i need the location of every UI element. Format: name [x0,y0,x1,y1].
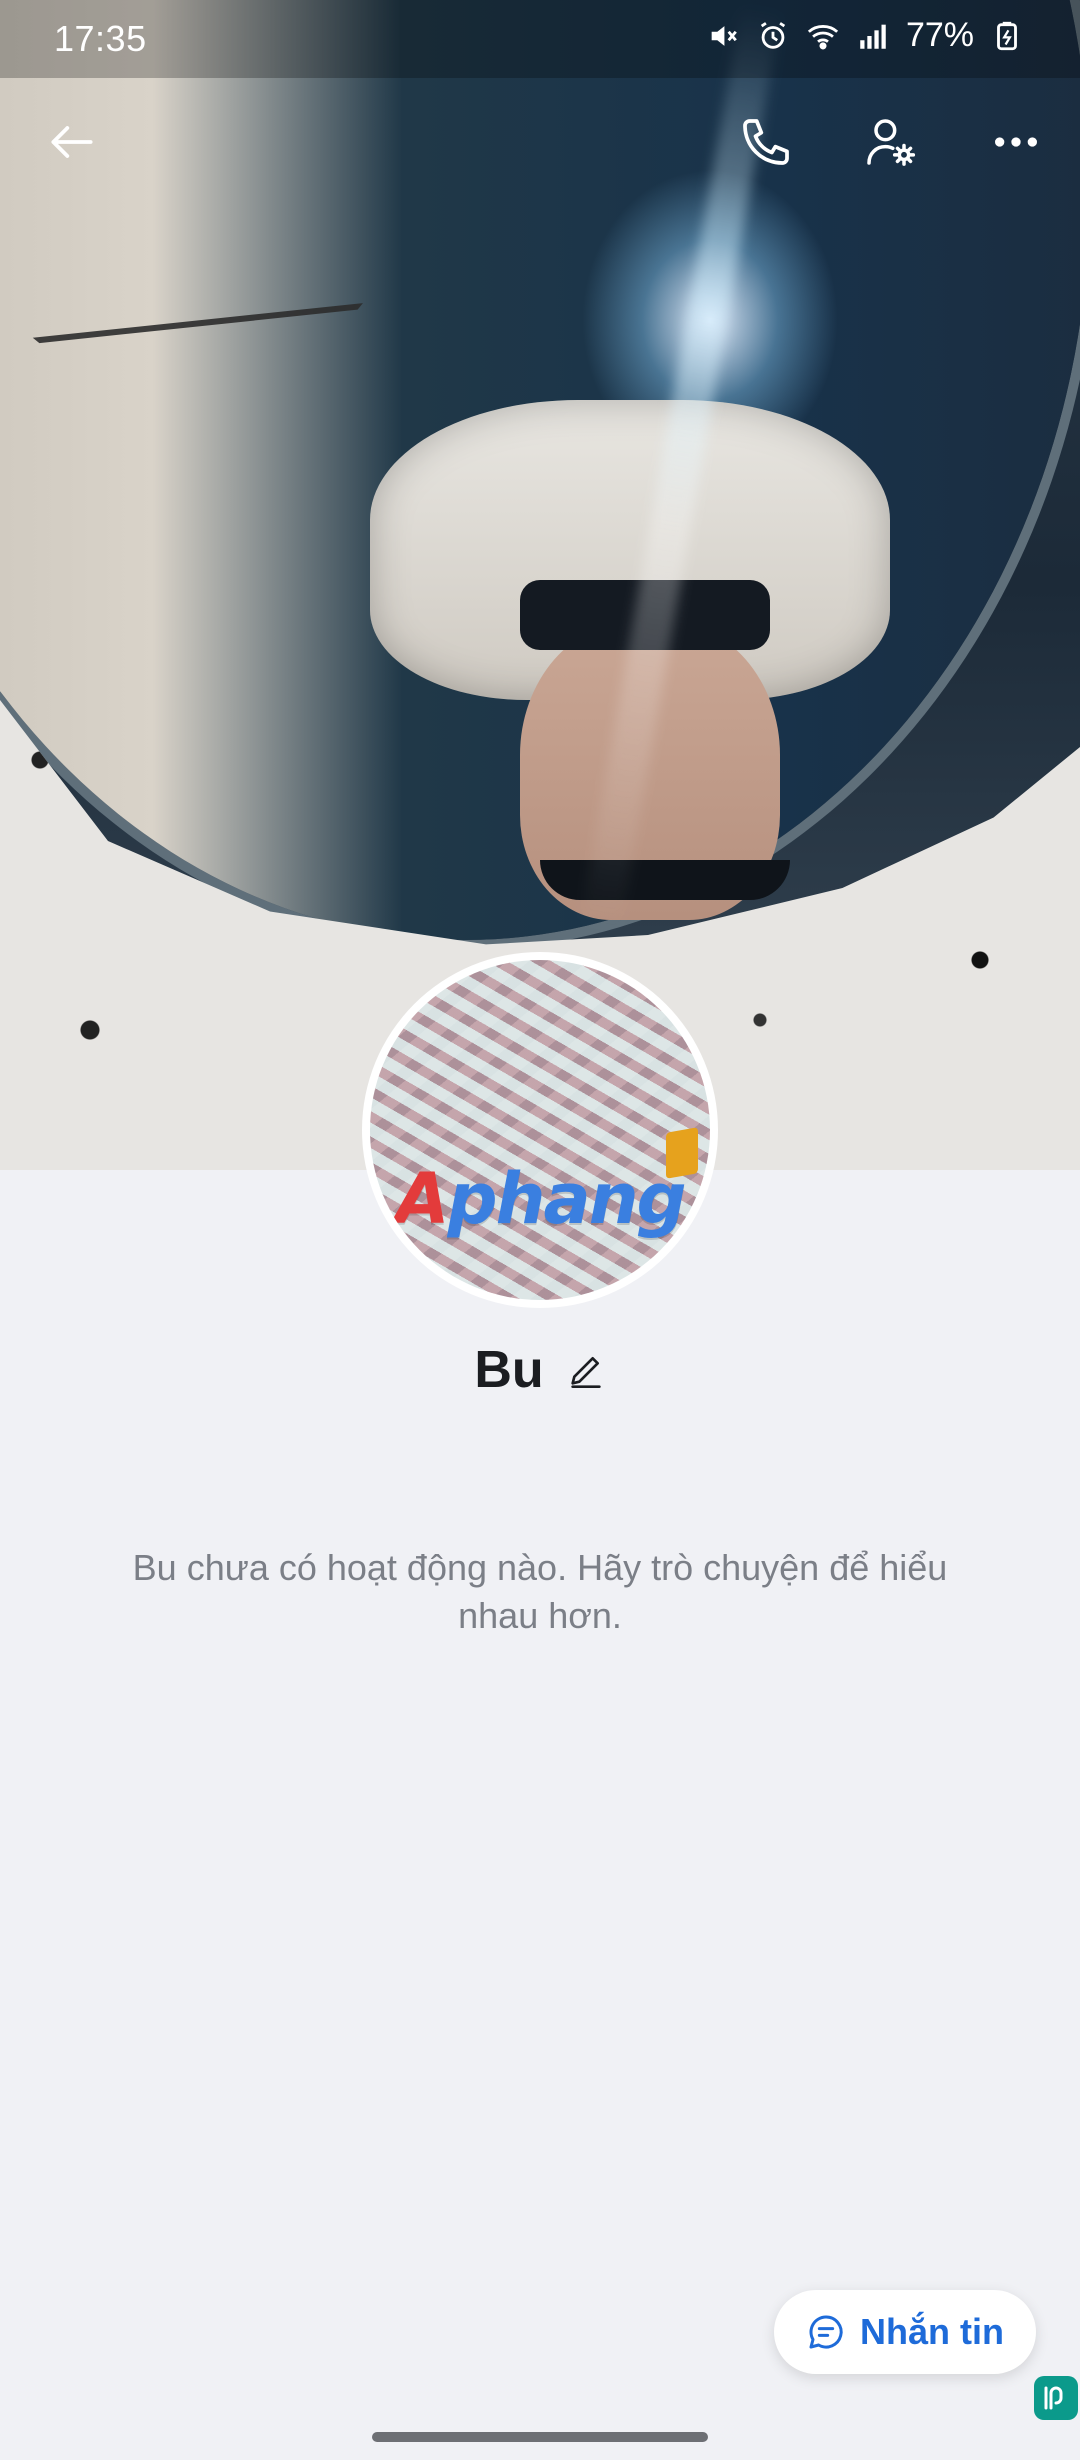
edit-name-button[interactable] [566,1350,606,1390]
pencil-icon [570,1357,601,1388]
avatar-watermark: Aphang [395,1158,686,1240]
call-button[interactable] [734,110,798,174]
status-bar: 17:35 77% [0,0,1080,78]
profile-settings-button[interactable] [858,110,922,174]
send-message-label: Nhắn tin [860,2311,1004,2352]
more-options-button[interactable] [984,110,1048,174]
top-bar [0,92,1080,188]
avatar[interactable]: Aphang [362,952,718,1308]
mute-icon [706,19,740,53]
back-button[interactable] [40,110,104,174]
chat-bubble-icon [809,2315,843,2349]
alarm-icon [756,19,790,53]
battery-icon [990,19,1024,53]
empty-activity-message: Bu chưa có hoạt động nào. Hãy trò chuyện… [132,1547,948,1636]
home-indicator[interactable] [372,2432,708,2442]
avatar-image: Aphang [370,960,710,1300]
battery-percent: 77% [905,16,974,54]
signal-icon [856,19,890,53]
status-icons: 77% [706,16,1024,55]
profile-name: Bu [474,1341,544,1399]
app-logo-icon [1034,2376,1078,2420]
profile-name-row: Bu [0,1340,1080,1400]
wifi-icon [806,19,840,53]
phone-icon [743,119,789,165]
more-icon [995,137,1037,147]
back-arrow-icon [51,126,93,158]
user-settings-icon [867,119,916,166]
send-message-button[interactable]: Nhắn tin [774,2290,1036,2374]
status-time: 17:35 [54,18,147,59]
